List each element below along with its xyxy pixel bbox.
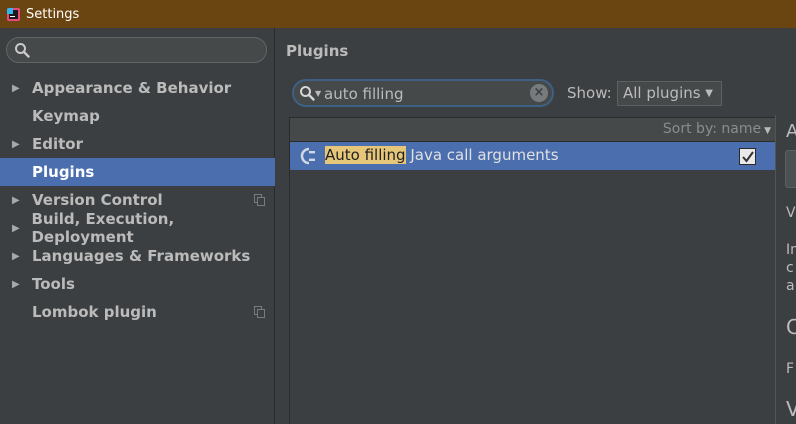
triangle-right-icon[interactable]: ▶ (0, 279, 32, 290)
sidebar-item-languages-frameworks[interactable]: ▶ Languages & Frameworks (0, 242, 275, 270)
sidebar-item-plugins[interactable]: Plugins (0, 158, 275, 186)
plugin-list: Sort by: name ▼ Auto filling Java call ar… (289, 117, 776, 424)
search-match-highlight: Auto filling (325, 146, 406, 164)
sidebar-item-keymap[interactable]: Keymap (0, 102, 275, 130)
chevron-down-icon: ▼ (764, 126, 771, 136)
chevron-down-icon: ▼ (315, 89, 322, 98)
plugin-name-rest: Java call arguments (405, 146, 559, 164)
copy-icon (254, 194, 265, 206)
sidebar-item-editor[interactable]: ▶ Editor (0, 130, 275, 158)
detail-fragment: c (786, 260, 794, 276)
plugin-search-input[interactable]: ▼ auto filling × (292, 79, 554, 107)
sidebar-item-label: Languages & Frameworks (32, 247, 251, 265)
sidebar-item-lombok-plugin[interactable]: Lombok plugin (0, 298, 275, 326)
plugin-enabled-checkbox[interactable] (739, 148, 756, 165)
show-label: Show: (567, 84, 612, 102)
plugins-page: Plugins ▼ auto filling × Show: All plugi… (276, 28, 796, 424)
detail-action-button[interactable] (785, 150, 796, 188)
triangle-right-icon[interactable]: ▶ (0, 251, 32, 262)
copy-icon (254, 306, 265, 318)
clear-icon[interactable]: × (530, 84, 548, 102)
detail-fragment: V (786, 397, 796, 421)
plugin-name: Auto filling Java call arguments (325, 146, 559, 164)
detail-fragment: A (786, 121, 796, 142)
checkmark-icon (742, 151, 754, 163)
sidebar-item-label: Editor (32, 135, 83, 153)
search-query[interactable]: auto filling (324, 85, 404, 103)
list-header: Sort by: name ▼ (290, 118, 775, 142)
sidebar-item-label: Appearance & Behavior (32, 79, 232, 97)
detail-fragment: a (786, 278, 795, 294)
triangle-right-icon[interactable]: ▶ (0, 223, 31, 234)
intellij-app-icon (7, 7, 20, 21)
sort-label: Sort by: name (662, 121, 762, 137)
detail-fragment: V (786, 205, 796, 221)
sidebar-item-label: Keymap (32, 107, 100, 125)
chevron-down-icon: ▼ (705, 88, 713, 99)
sidebar-item-label: Tools (32, 275, 75, 293)
plugin-icon (300, 147, 315, 165)
sidebar-search-input[interactable] (6, 37, 267, 63)
title-bar: Settings (0, 0, 796, 28)
page-title: Plugins (286, 42, 349, 60)
search-dropdown-icon[interactable] (299, 85, 315, 101)
sidebar-item-label: Build, Execution, Deployment (31, 210, 175, 246)
sidebar-item-label: Version Control (32, 191, 163, 209)
settings-sidebar: ▶ Appearance & Behavior Keymap ▶ Editor Plugi… (0, 28, 275, 424)
plugin-row[interactable]: Auto filling Java call arguments (290, 142, 776, 170)
window-title: Settings (26, 6, 80, 22)
sort-dropdown[interactable]: Sort by: name ▼ (663, 121, 771, 137)
triangle-right-icon[interactable]: ▶ (0, 83, 32, 94)
show-filter-dropdown[interactable]: All plugins ▼ (617, 81, 722, 106)
show-filter-value: All plugins (623, 84, 701, 102)
settings-nav: ▶ Appearance & Behavior Keymap ▶ Editor Plugi… (0, 74, 275, 326)
search-icon (15, 43, 30, 58)
sidebar-item-label: Plugins (32, 163, 95, 181)
triangle-right-icon[interactable]: ▶ (0, 195, 32, 206)
sidebar-item-build-execution-deployment[interactable]: ▶ Build, Execution, Deployment (0, 210, 275, 246)
plugin-detail-panel: A V In c a C F V (775, 115, 796, 424)
sidebar-item-label: Lombok plugin (32, 303, 157, 321)
detail-fragment: C (786, 315, 796, 339)
sidebar-item-tools[interactable]: ▶ Tools (0, 270, 275, 298)
detail-fragment: In (786, 242, 796, 258)
triangle-right-icon[interactable]: ▶ (0, 139, 32, 150)
detail-fragment: F (786, 361, 795, 377)
sidebar-item-appearance-behavior[interactable]: ▶ Appearance & Behavior (0, 74, 275, 102)
